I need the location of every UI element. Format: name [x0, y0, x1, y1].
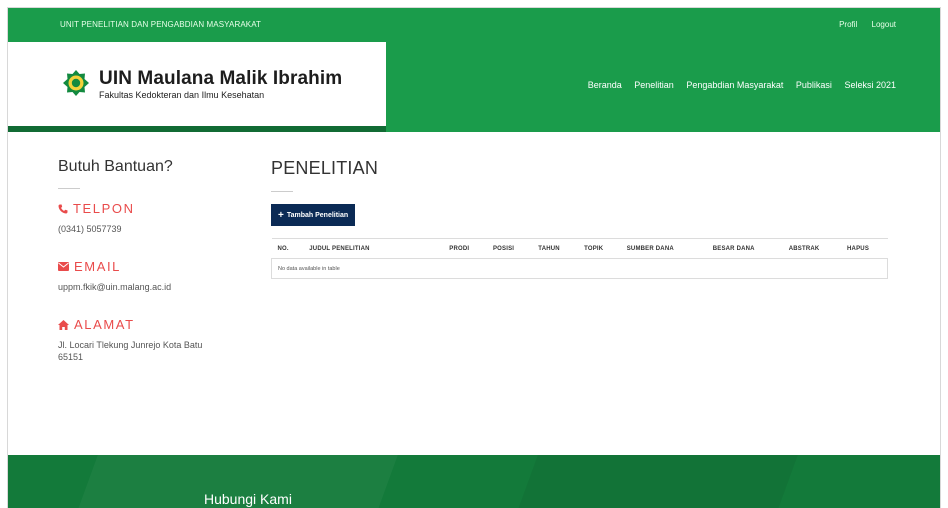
add-button-label: Tambah Penelitian — [286, 211, 349, 219]
brand-box[interactable]: UIN Maulana Malik Ibrahim Fakultas Kedok… — [8, 42, 386, 126]
address-heading: ALAMAT — [58, 317, 248, 332]
footer-title: Hubungi Kami — [204, 491, 292, 507]
col-abstrak[interactable]: ABSTRAK — [782, 238, 842, 259]
col-prodi[interactable]: PRODI — [443, 238, 487, 259]
plus-icon: + — [278, 209, 284, 221]
nav-item-pengabdian[interactable]: Pengabdian Masyarakat — [686, 80, 783, 90]
col-hapus[interactable]: HAPUS — [841, 238, 888, 259]
browser-frame: UNIT PENELITIAN DAN PENGABDIAN MASYARAKA… — [7, 7, 941, 508]
col-tahun[interactable]: TAHUN — [532, 238, 579, 259]
nav-item-publikasi[interactable]: Publikasi — [796, 80, 832, 90]
nav-item-seleksi[interactable]: Seleksi 2021 — [844, 80, 896, 90]
add-penelitian-button[interactable]: + Tambah Penelitian — [271, 204, 356, 226]
main-nav: Beranda Penelitian Pengabdian Masyarakat… — [578, 80, 896, 90]
address-label: ALAMAT — [74, 317, 135, 332]
site-name: UNIT PENELITIAN DAN PENGABDIAN MASYARAKA… — [60, 20, 262, 29]
top-bar: UNIT PENELITIAN DAN PENGABDIAN MASYARAKA… — [8, 8, 940, 42]
email-heading: EMAIL — [58, 259, 248, 274]
phone-heading: TELPON — [58, 201, 248, 216]
title-divider — [271, 191, 293, 192]
col-posisi[interactable]: POSISI — [486, 238, 533, 259]
empty-table-message: No data available in table — [271, 258, 888, 279]
table-header-row: NO. JUDUL PENELITIAN PRODI POSISI TAHUN … — [271, 238, 888, 259]
sidebar-title: Butuh Bantuan? — [58, 158, 173, 175]
envelope-icon — [58, 262, 69, 271]
col-sumber-dana[interactable]: SUMBER DANA — [620, 238, 707, 259]
footer: Hubungi Kami — [8, 455, 940, 508]
phone-icon — [58, 204, 68, 213]
col-judul[interactable]: JUDUL PENELITIAN — [303, 238, 444, 259]
col-topik[interactable]: TOPIK — [578, 238, 621, 259]
brand-subtitle: Fakultas Kedokteran dan Ilmu Kesehatan — [99, 90, 265, 100]
help-sidebar: Butuh Bantuan? TELPON (0341) 5057739 EMA… — [58, 158, 248, 363]
brand-title: UIN Maulana Malik Ibrahim — [99, 68, 343, 89]
header: UIN Maulana Malik Ibrahim Fakultas Kedok… — [8, 42, 940, 132]
sidebar-divider — [58, 188, 80, 189]
email-value: uppm.fkik@uin.malang.ac.id — [58, 282, 172, 292]
profil-link[interactable]: Profil — [839, 20, 857, 29]
table-row: No data available in table — [271, 258, 888, 279]
col-no[interactable]: NO. — [271, 238, 304, 259]
nav-item-beranda[interactable]: Beranda — [588, 80, 622, 90]
top-links: Profil Logout — [827, 20, 896, 29]
footer-decoration — [518, 455, 798, 508]
nav-item-penelitian[interactable]: Penelitian — [634, 80, 674, 90]
logout-link[interactable]: Logout — [872, 20, 896, 29]
phone-label: TELPON — [73, 201, 135, 216]
uin-logo-icon — [63, 70, 89, 96]
col-besar-dana[interactable]: BESAR DANA — [706, 238, 783, 259]
brand-underline — [8, 126, 386, 132]
page-title: PENELITIAN — [271, 158, 379, 178]
address-value: Jl. Locari Tlekung Junrejo Kota Batu 651… — [58, 340, 203, 362]
penelitian-table: NO. JUDUL PENELITIAN PRODI POSISI TAHUN … — [271, 238, 888, 279]
phone-value: (0341) 5057739 — [58, 224, 122, 234]
home-icon — [58, 319, 69, 330]
email-label: EMAIL — [74, 259, 122, 274]
main-content: PENELITIAN + Tambah Penelitian NO. JUDUL… — [271, 158, 891, 279]
